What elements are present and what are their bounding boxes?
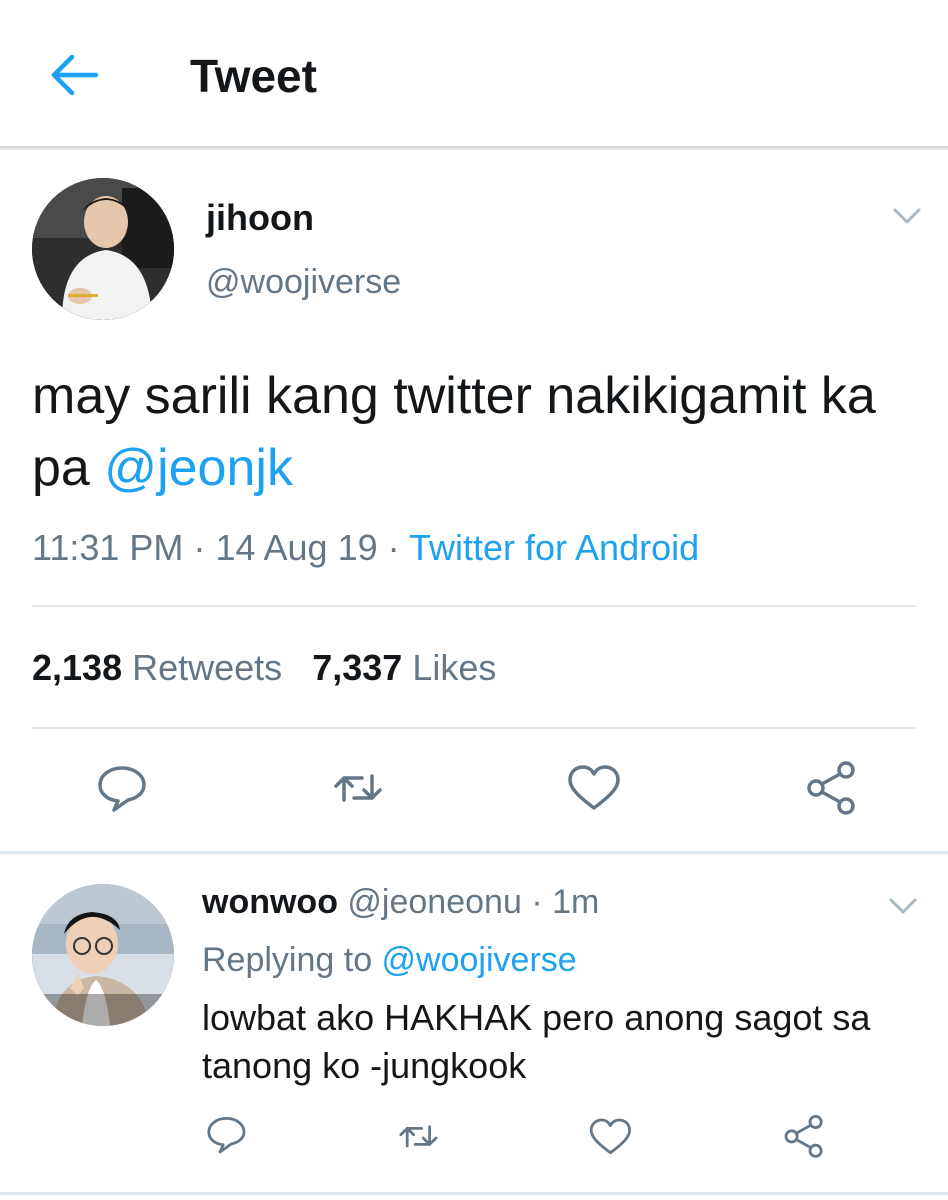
tweet-menu-button[interactable] [892, 206, 922, 226]
author-name[interactable]: jihoon [206, 196, 314, 240]
tweet-text: may sarili kang twitter nakikigamit ka p… [32, 360, 922, 504]
tweet-time: 11:31 PM [32, 527, 184, 568]
tweet-meta: 11:31 PM · 14 Aug 19 · Twitter for Andro… [32, 524, 699, 572]
reply-age: 1m [552, 883, 600, 921]
back-button[interactable] [46, 50, 102, 100]
section-divider [0, 851, 948, 854]
share-button[interactable] [804, 760, 860, 816]
reply-button[interactable] [204, 1112, 249, 1157]
reply-icon [98, 766, 146, 812]
retweet-icon [334, 774, 382, 802]
reply-author-handle[interactable]: @jeoneonu [347, 883, 521, 921]
like-icon [589, 1118, 632, 1155]
like-button[interactable] [566, 762, 622, 818]
arrow-left-icon [51, 54, 99, 96]
retweet-icon [399, 1125, 438, 1148]
tweet-date: 14 Aug 19 [215, 527, 378, 568]
replying-to-label: Replying to [202, 941, 382, 979]
likes-count: 7,337 [312, 647, 403, 688]
tweet-source-link[interactable]: Twitter for Android [409, 527, 699, 568]
page-title: Tweet [190, 50, 317, 102]
tweet-stats: 2,138 Retweets 7,337 Likes [32, 646, 496, 690]
retweet-button[interactable] [396, 1114, 441, 1159]
reply-text: lowbat ako HAKHAK pero anong sagot sa ta… [202, 997, 871, 1086]
mention-link[interactable]: @jeonjk [104, 439, 293, 497]
reply-header: wonwoo @jeoneonu · 1m [202, 880, 599, 924]
profile-photo [32, 884, 174, 1026]
divider [32, 727, 916, 729]
reply-author-name[interactable]: wonwoo [202, 883, 338, 921]
replying-to: Replying to @woojiverse [202, 938, 577, 982]
retweet-button[interactable] [330, 760, 386, 816]
retweets-count: 2,138 [32, 647, 123, 688]
reply-icon [207, 1117, 246, 1154]
retweets-stat[interactable]: 2,138 Retweets [32, 647, 282, 688]
chevron-down-icon [889, 898, 917, 914]
top-bar [0, 0, 948, 148]
likes-label: Likes [412, 647, 497, 688]
author-handle[interactable]: @woojiverse [206, 262, 401, 302]
meta-separator: · [531, 883, 543, 921]
reply-menu-button[interactable] [888, 896, 918, 916]
reply-button[interactable] [94, 760, 150, 816]
header-divider [0, 146, 948, 150]
share-icon [807, 761, 855, 815]
replying-to-handle[interactable]: @woojiverse [382, 941, 577, 979]
share-button[interactable] [782, 1114, 827, 1159]
divider [32, 605, 916, 607]
likes-stat[interactable]: 7,337 Likes [312, 647, 496, 688]
meta-separator: · [193, 527, 206, 568]
chevron-down-icon [893, 208, 921, 224]
divider [0, 1192, 948, 1195]
like-button[interactable] [588, 1116, 633, 1161]
avatar[interactable] [32, 884, 174, 1026]
share-icon [784, 1115, 823, 1158]
like-icon [568, 765, 620, 810]
meta-separator: · [387, 527, 400, 568]
profile-photo [32, 178, 174, 320]
retweets-label: Retweets [132, 647, 283, 688]
avatar[interactable] [32, 178, 174, 320]
